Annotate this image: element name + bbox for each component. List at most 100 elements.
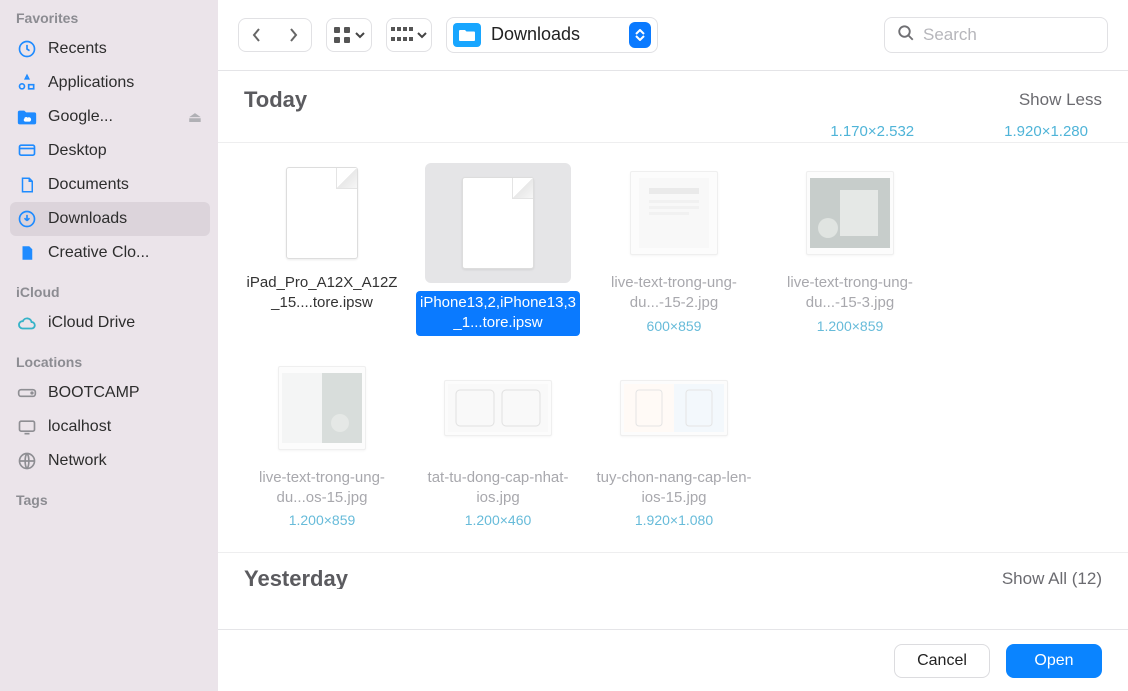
sidebar-item-google[interactable]: Google... ⏏ [10,100,210,134]
sidebar-item-label: Applications [48,74,204,92]
sidebar-item-desktop[interactable]: Desktop [10,134,210,168]
sidebar-item-network[interactable]: Network [10,444,210,478]
file-thumbnail [619,163,729,263]
show-less-button[interactable]: Show Less [1019,90,1102,110]
file-item[interactable]: iPad_Pro_A12X_A12Z_15....tore.ipsw [240,163,404,336]
sidebar-item-label: Google... [48,108,178,126]
section-title: Today [244,87,307,113]
image-dimensions: 1.920×1.080 [635,512,713,528]
cancel-button[interactable]: Cancel [894,644,990,678]
sidebar-section-icloud: iCloud iCloud Drive [10,284,210,340]
sidebar-item-label: BOOTCAMP [48,384,204,402]
file-label: iPhone13,2,iPhone13,3_1...tore.ipsw [416,291,580,336]
search-field[interactable] [884,17,1108,53]
eject-icon[interactable]: ⏏ [188,108,204,126]
sidebar-item-documents[interactable]: Documents [10,168,210,202]
image-thumbnail [806,171,894,255]
image-thumbnail [444,380,552,436]
image-thumbnail [620,380,728,436]
section-title: Yesterday [244,566,348,589]
show-all-button[interactable]: Show All (12) [1002,569,1102,589]
sidebar-heading: Tags [10,492,210,514]
generic-file-icon [462,177,534,269]
image-dimensions: 1.170×2.532 [830,123,914,140]
file-thumbnail [425,163,571,283]
file-label: iPad_Pro_A12X_A12Z_15....tore.ipsw [240,271,404,316]
disk-icon [16,382,38,404]
file-thumbnail [267,358,377,458]
sidebar-item-downloads[interactable]: Downloads [10,202,210,236]
sidebar-section-favorites: Favorites Recents Applications Google...… [10,10,210,270]
image-dimensions: 1.200×859 [289,512,356,528]
sidebar-item-bootcamp[interactable]: BOOTCAMP [10,376,210,410]
group-by-button[interactable] [386,18,432,52]
sidebar-item-icloud-drive[interactable]: iCloud Drive [10,306,210,340]
sidebar-section-locations: Locations BOOTCAMP localhost Network [10,354,210,478]
file-icon [16,242,38,264]
sidebar-item-recents[interactable]: Recents [10,32,210,66]
cloud-icon [16,312,38,334]
file-label: live-text-trong-ung-du...os-15.jpg [240,466,404,511]
image-dimensions: 1.200×460 [465,512,532,528]
sidebar-item-label: Creative Clo... [48,244,204,262]
file-browser-content[interactable]: Today Show Less 1.170×2.532 1.920×1.280 … [218,70,1128,629]
sidebar: Favorites Recents Applications Google...… [0,0,218,691]
view-mode-icon[interactable] [326,18,372,52]
main-pane: Downloads Today Show Less 1.170×2.532 1.… [218,0,1128,691]
file-label: live-text-trong-ung-du...-15-3.jpg [768,271,932,316]
file-item[interactable]: live-text-trong-ung-du...os-15.jpg 1.200… [240,358,404,529]
image-dimensions: 1.200×859 [817,318,884,334]
search-icon [897,24,915,46]
sidebar-item-creative-cloud[interactable]: Creative Clo... [10,236,210,270]
image-thumbnail [630,171,718,255]
sidebar-item-label: Recents [48,40,204,58]
dialog-footer: Cancel Open [218,629,1128,691]
sidebar-item-localhost[interactable]: localhost [10,410,210,444]
file-item[interactable]: tat-tu-dong-cap-nhat-ios.jpg 1.200×460 [416,358,580,529]
sidebar-item-applications[interactable]: Applications [10,66,210,100]
generic-file-icon [286,167,358,259]
image-dimensions: 600×859 [647,318,702,334]
file-label: live-text-trong-ung-du...-15-2.jpg [592,271,756,316]
image-dimensions: 1.920×1.280 [1004,123,1088,140]
file-item[interactable]: live-text-trong-ung-du...-15-2.jpg 600×8… [592,163,756,336]
file-thumbnail [443,358,553,458]
desktop-icon [16,140,38,162]
image-thumbnail [278,366,366,450]
file-thumbnail [267,163,377,263]
location-popup[interactable]: Downloads [446,17,658,53]
sidebar-item-label: localhost [48,418,204,436]
document-icon [16,174,38,196]
chevron-down-icon [355,26,365,43]
clock-icon [16,38,38,60]
file-item[interactable]: tuy-chon-nang-cap-len-ios-15.jpg 1.920×1… [592,358,756,529]
file-thumbnail [619,358,729,458]
folder-cloud-icon [16,106,38,128]
sidebar-item-label: Documents [48,176,204,194]
nav-back-button[interactable] [239,19,275,51]
sidebar-heading: iCloud [10,284,210,306]
chevron-down-icon [417,26,427,43]
section-header-today: Today Show Less [218,71,1128,123]
location-label: Downloads [491,24,619,45]
file-grid-today: iPad_Pro_A12X_A12Z_15....tore.ipsw iPhon… [218,143,1128,553]
toolbar: Downloads [218,0,1128,70]
sidebar-item-label: Downloads [48,210,204,228]
sidebar-item-label: Desktop [48,142,204,160]
file-item[interactable]: live-text-trong-ung-du...-15-3.jpg 1.200… [768,163,932,336]
search-input[interactable] [923,25,1095,45]
display-icon [16,416,38,438]
folder-icon [453,23,481,47]
open-button[interactable]: Open [1006,644,1102,678]
file-label: tat-tu-dong-cap-nhat-ios.jpg [416,466,580,511]
apps-icon [16,72,38,94]
file-thumbnail [795,163,905,263]
nav-forward-button[interactable] [275,19,311,51]
sidebar-item-label: iCloud Drive [48,314,204,332]
sidebar-item-label: Network [48,452,204,470]
file-item[interactable]: iPhone13,2,iPhone13,3_1...tore.ipsw [416,163,580,336]
file-label: tuy-chon-nang-cap-len-ios-15.jpg [592,466,756,511]
globe-icon [16,450,38,472]
download-icon [16,208,38,230]
sidebar-heading: Favorites [10,10,210,32]
